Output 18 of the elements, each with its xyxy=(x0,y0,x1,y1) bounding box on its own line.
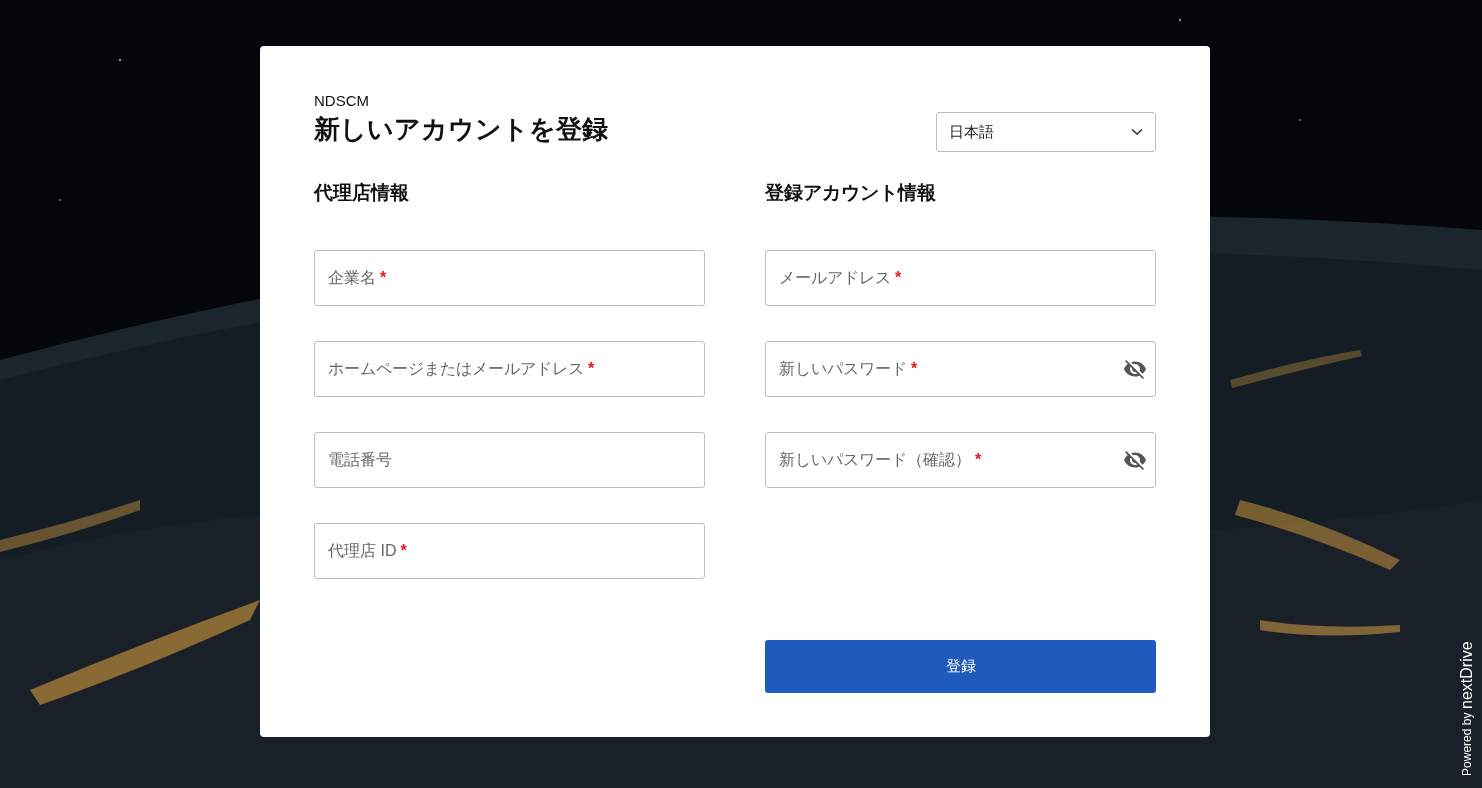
input-field[interactable]: 代理店 ID * xyxy=(314,523,705,579)
input-field[interactable]: 新しいパスワード * xyxy=(765,341,1156,397)
app-name: NDSCM xyxy=(314,92,370,110)
register-button[interactable]: 登録 xyxy=(765,640,1156,693)
brand-name: nextDrive xyxy=(1458,641,1476,709)
input-field[interactable]: 電話番号 xyxy=(314,432,705,488)
section-heading: 登録アカウント情報 xyxy=(765,181,937,205)
section-heading: 代理店情報 xyxy=(314,181,410,205)
input-field[interactable]: 新しいパスワード（確認） * xyxy=(765,432,1156,488)
eye-off-icon[interactable] xyxy=(1123,448,1147,472)
eye-off-icon[interactable] xyxy=(1123,357,1147,381)
powered-by-text: Powered by xyxy=(1460,712,1474,776)
input-field[interactable]: ホームページまたはメールアドレス * xyxy=(314,341,705,397)
language-select[interactable]: 日本語 xyxy=(936,112,1156,152)
input-field[interactable]: メールアドレス * xyxy=(765,250,1156,306)
page-title: 新しいアカウントを登録 xyxy=(314,113,608,146)
input-field[interactable]: 企業名 * xyxy=(314,250,705,306)
chevron-down-icon xyxy=(1131,128,1143,136)
